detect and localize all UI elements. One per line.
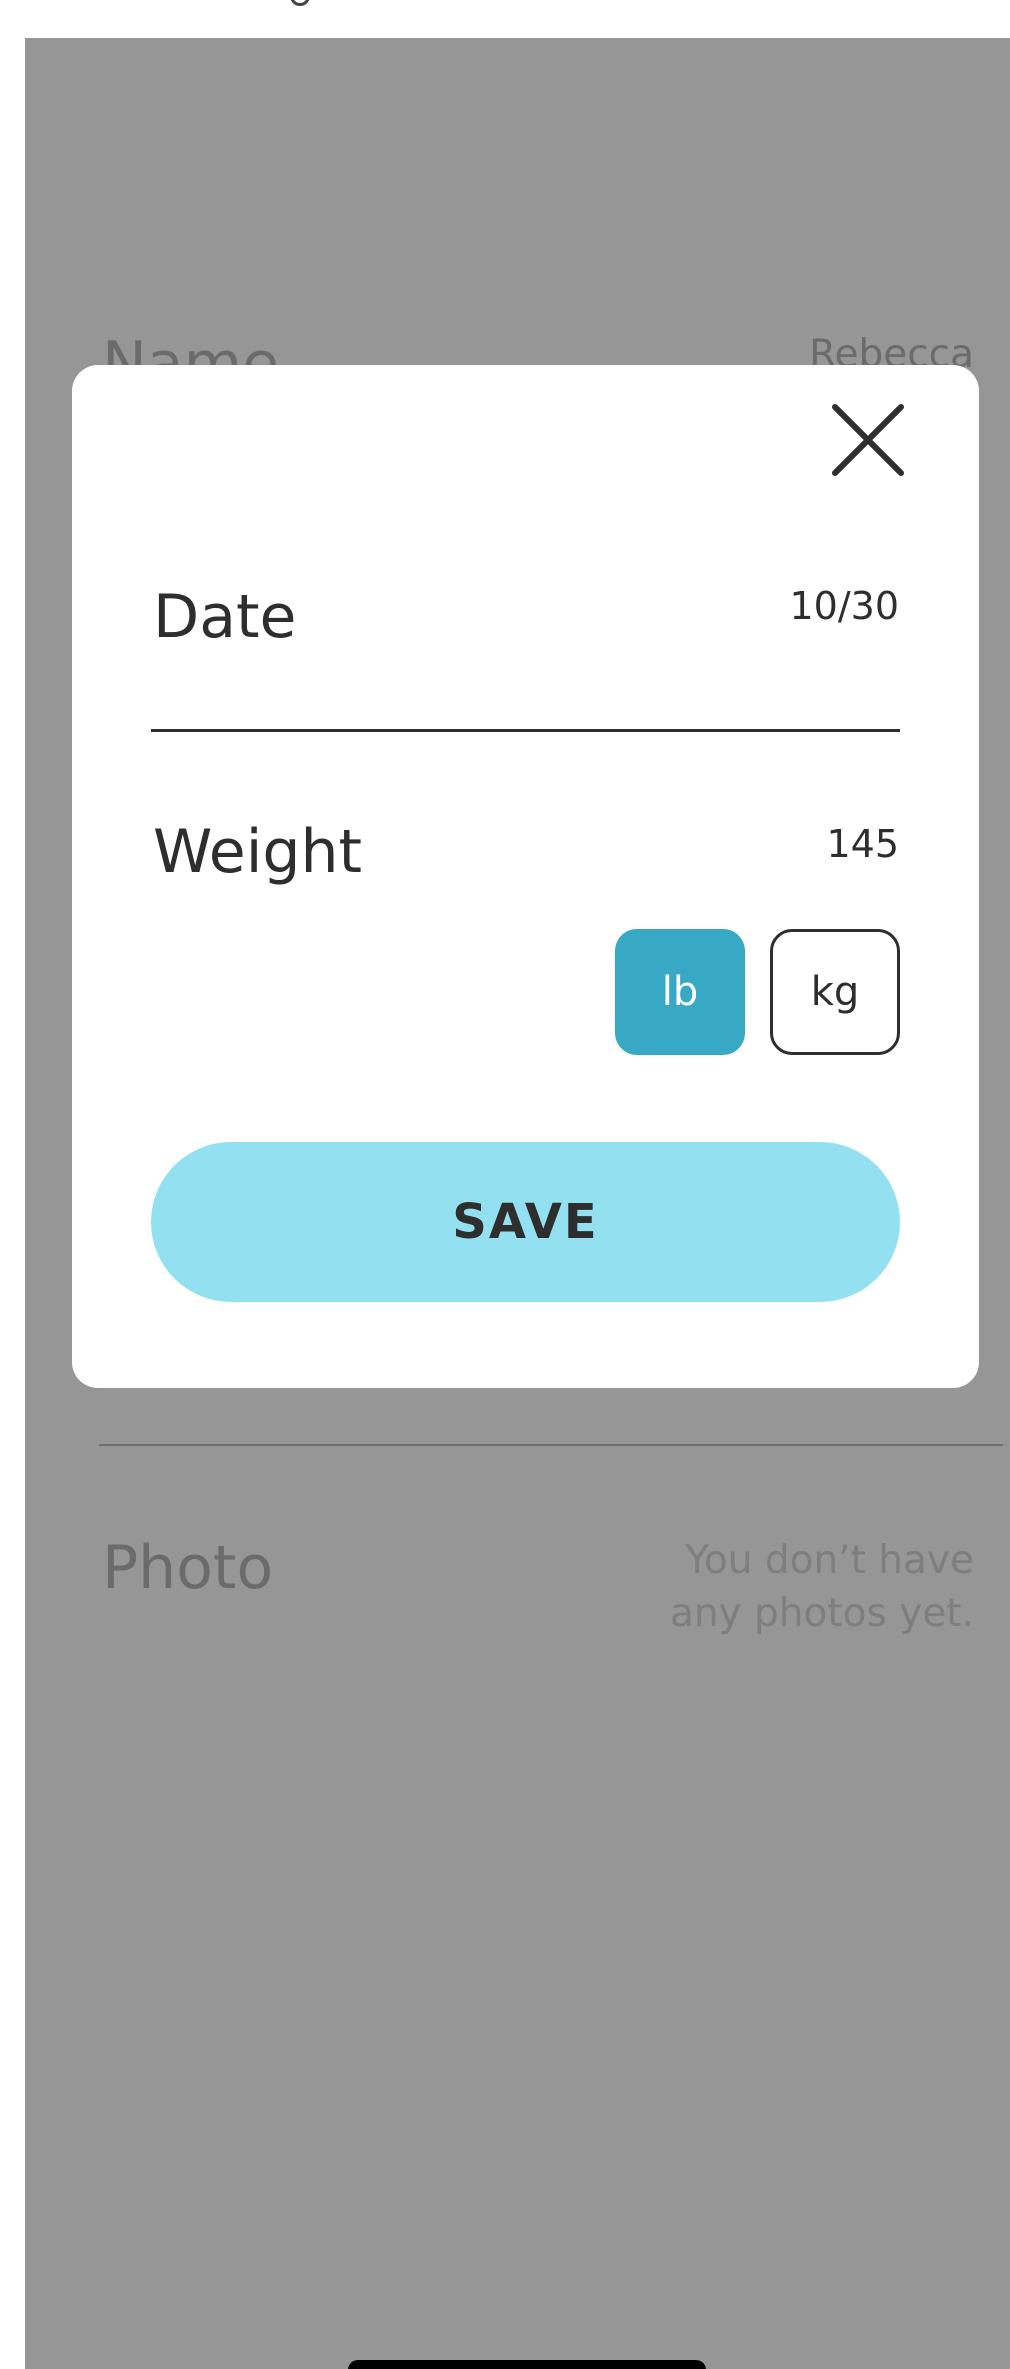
- close-icon: [832, 404, 904, 476]
- weight-entry-dialog: Date 10/30 Weight 145 lb kg SAVE: [72, 365, 979, 1388]
- date-label: Date: [153, 582, 297, 652]
- app-screen: Name Rebecca Photo You don’t have any ph…: [0, 0, 1010, 2369]
- date-field-underline: [151, 729, 900, 732]
- photo-label: Photo: [102, 1533, 274, 1603]
- unit-kg-button[interactable]: kg: [770, 929, 900, 1055]
- section-divider: [99, 1444, 1003, 1446]
- save-button[interactable]: SAVE: [151, 1142, 900, 1302]
- status-bar-search-icon: [290, 0, 310, 6]
- date-field[interactable]: 10/30: [789, 587, 899, 625]
- home-indicator: [348, 2360, 706, 2369]
- unit-lb-button[interactable]: lb: [615, 929, 745, 1055]
- photo-empty-message: You don’t have any photos yet.: [669, 1538, 974, 1636]
- close-button[interactable]: [825, 397, 911, 483]
- weight-field[interactable]: 145: [826, 825, 899, 863]
- weight-label: Weight: [153, 817, 363, 887]
